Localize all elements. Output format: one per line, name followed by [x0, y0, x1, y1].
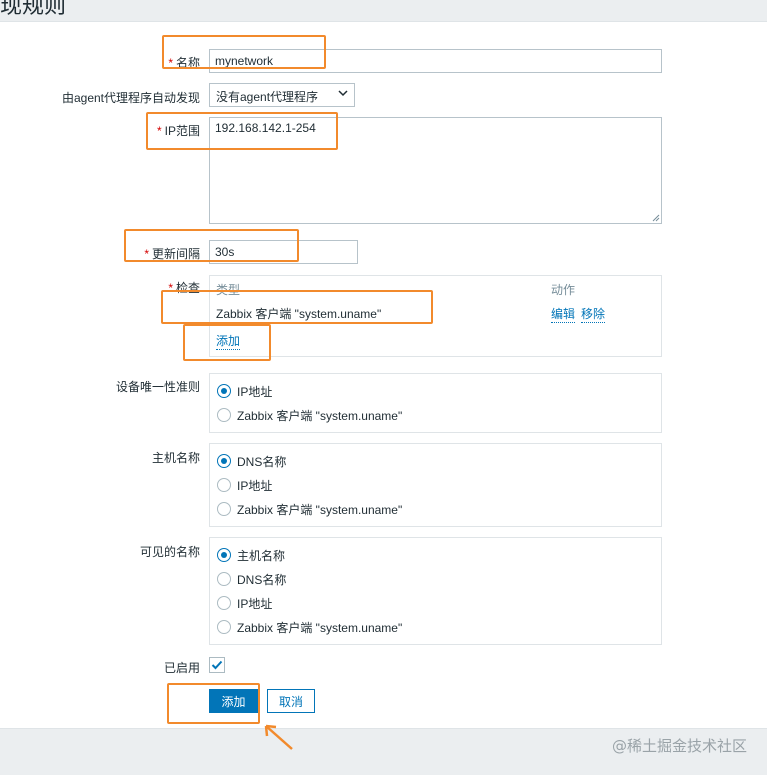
- visible-name-label: 可见的名称: [139, 545, 200, 559]
- update-interval-label: * 更新间隔: [144, 247, 200, 261]
- enabled-checkbox[interactable]: [209, 657, 225, 673]
- host-name-label: 主机名称: [151, 451, 200, 465]
- radio-label: DNS名称: [237, 572, 287, 587]
- page-title: 现规则: [0, 0, 67, 19]
- radio-label: DNS名称: [237, 454, 287, 469]
- annotation-arrow-icon: [264, 724, 293, 750]
- radio-label: Zabbix 客户端 "system.uname": [237, 620, 403, 635]
- checks-col-action: 动作: [551, 283, 576, 297]
- top-bar: 现规则: [0, 0, 767, 22]
- name-input[interactable]: [209, 49, 662, 73]
- proxy-label: 由agent代理程序自动发现: [61, 91, 200, 105]
- host-name-option-zabbix[interactable]: Zabbix 客户端 "system.uname": [217, 500, 402, 518]
- uniqueness-option-ip[interactable]: IP地址: [217, 382, 272, 400]
- ip-range-label: * IP范围: [156, 124, 200, 138]
- checks-box: 类型 动作 Zabbix 客户端 "system.uname" 编辑 移除 添加: [209, 275, 662, 357]
- host-name-radio-group: DNS名称 IP地址 Zabbix 客户端 "system.uname": [209, 443, 662, 527]
- resize-handle-icon[interactable]: [652, 214, 660, 222]
- proxy-select[interactable]: 没有agent代理程序: [209, 83, 355, 107]
- cancel-button[interactable]: 取消: [267, 689, 315, 713]
- visible-name-option-dns[interactable]: DNS名称: [217, 570, 286, 588]
- checks-label: * 检查: [168, 281, 200, 295]
- add-button[interactable]: 添加: [209, 689, 258, 713]
- radio-label: Zabbix 客户端 "system.uname": [237, 408, 403, 423]
- checkmark-icon: [211, 660, 223, 670]
- chevron-down-icon: [338, 88, 348, 101]
- radio-checked-icon: [217, 548, 231, 562]
- watermark: @稀土掘金技术社区: [611, 737, 747, 755]
- name-label: * 名称: [168, 56, 200, 70]
- check-edit-link[interactable]: 编辑: [551, 305, 576, 323]
- visible-name-option-host[interactable]: 主机名称: [217, 546, 285, 564]
- radio-unchecked-icon: [217, 620, 231, 634]
- visible-name-option-zabbix[interactable]: Zabbix 客户端 "system.uname": [217, 618, 402, 636]
- radio-label: IP地址: [237, 384, 273, 399]
- radio-unchecked-icon: [217, 502, 231, 516]
- update-interval-input[interactable]: [209, 240, 358, 264]
- radio-label: IP地址: [237, 478, 273, 493]
- ip-range-input[interactable]: [209, 117, 662, 224]
- uniqueness-radio-group: IP地址 Zabbix 客户端 "system.uname": [209, 373, 662, 433]
- radio-label: 主机名称: [237, 548, 286, 563]
- radio-checked-icon: [217, 384, 231, 398]
- radio-checked-icon: [217, 454, 231, 468]
- check-add-link[interactable]: 添加: [216, 332, 241, 350]
- host-name-option-dns[interactable]: DNS名称: [217, 452, 286, 470]
- check-type: Zabbix 客户端 "system.uname": [216, 307, 382, 321]
- enabled-label: 已启用: [163, 661, 200, 675]
- radio-unchecked-icon: [217, 408, 231, 422]
- radio-unchecked-icon: [217, 478, 231, 492]
- checks-col-type: 类型: [216, 283, 241, 297]
- visible-name-radio-group: 主机名称 DNS名称 IP地址 Zabbix 客户端 "system.uname…: [209, 537, 662, 645]
- ip-range-field: [209, 117, 662, 224]
- radio-unchecked-icon: [217, 572, 231, 586]
- visible-name-option-ip[interactable]: IP地址: [217, 594, 272, 612]
- host-name-option-ip[interactable]: IP地址: [217, 476, 272, 494]
- uniqueness-option-zabbix[interactable]: Zabbix 客户端 "system.uname": [217, 406, 402, 424]
- radio-label: IP地址: [237, 596, 273, 611]
- radio-label: Zabbix 客户端 "system.uname": [237, 502, 403, 517]
- radio-unchecked-icon: [217, 596, 231, 610]
- check-remove-link[interactable]: 移除: [581, 305, 606, 323]
- uniqueness-label: 设备唯一性准则: [115, 380, 200, 394]
- proxy-select-value: 没有agent代理程序: [216, 90, 319, 104]
